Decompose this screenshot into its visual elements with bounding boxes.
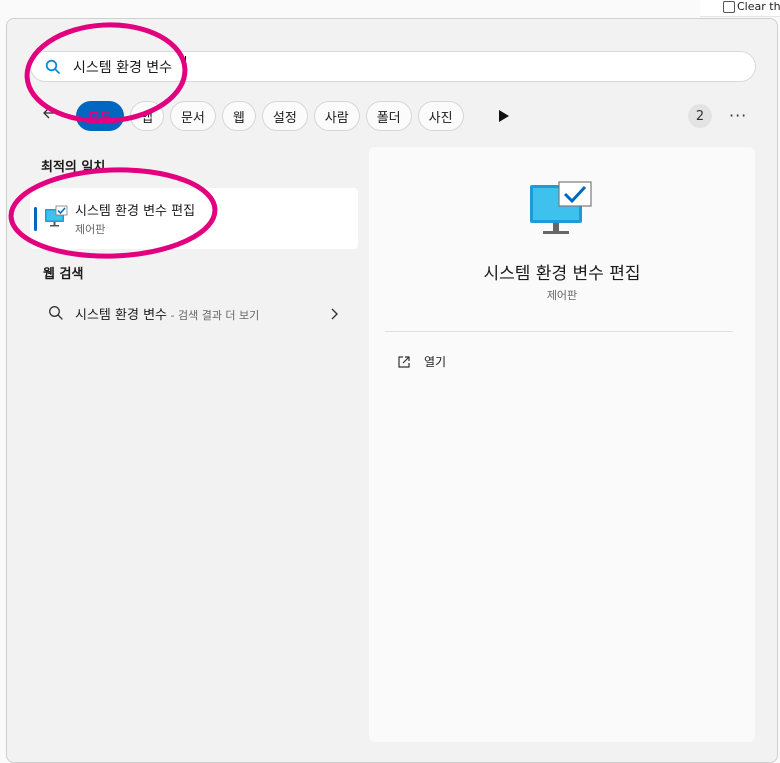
tab-folders[interactable]: 폴더 [365, 101, 412, 131]
monitor-check-icon [44, 205, 68, 233]
tab-settings[interactable]: 설정 [261, 101, 308, 131]
web-search-text: 시스템 환경 변수 - 검색 결과 더 보기 [75, 304, 259, 323]
checkbox-label: Clear the [737, 0, 780, 13]
open-action-label[interactable]: 열기 [424, 353, 446, 370]
web-search-query: 시스템 환경 변수 [75, 308, 167, 323]
more-filters-play-icon[interactable] [498, 108, 510, 127]
search-input[interactable]: 시스템 환경 변수 [73, 57, 172, 77]
web-search-icon [48, 305, 64, 325]
clear-checkbox[interactable]: Clear the [723, 0, 780, 13]
open-external-icon[interactable] [397, 354, 411, 373]
more-options-button[interactable]: ··· [729, 106, 747, 125]
tab-people[interactable]: 사람 [313, 101, 360, 131]
web-search-heading: 웹 검색 [43, 267, 84, 282]
tab-all[interactable]: 모두 [76, 101, 124, 131]
chevron-right-icon[interactable] [330, 306, 340, 325]
detail-subtitle: 제어판 [546, 289, 578, 302]
checkbox-box[interactable] [723, 0, 735, 13]
selection-indicator [34, 207, 37, 231]
result-count-badge[interactable]: 2 [688, 104, 712, 128]
web-search-suffix: - 검색 결과 더 보기 [167, 309, 260, 322]
tab-documents[interactable]: 문서 [169, 101, 216, 131]
text-cursor [185, 56, 186, 76]
best-match-heading: 최적의 일치 [41, 160, 106, 175]
best-match-subtitle: 제어판 [75, 223, 106, 236]
detail-title: 시스템 환경 변수 편집 [483, 264, 641, 284]
monitor-check-large-icon [529, 181, 593, 241]
back-arrow-icon[interactable] [42, 105, 58, 125]
best-match-title: 시스템 환경 변수 편집 [75, 204, 196, 219]
detail-divider [385, 331, 733, 332]
filter-tabs: 모두 앱 문서 웹 설정 사람 폴더 사진 [76, 101, 464, 131]
tab-apps[interactable]: 앱 [130, 101, 164, 131]
search-box[interactable]: 시스템 환경 변수 [30, 51, 756, 82]
tab-photos[interactable]: 사진 [417, 101, 464, 131]
search-icon [45, 59, 61, 79]
tab-web[interactable]: 웹 [221, 101, 256, 131]
